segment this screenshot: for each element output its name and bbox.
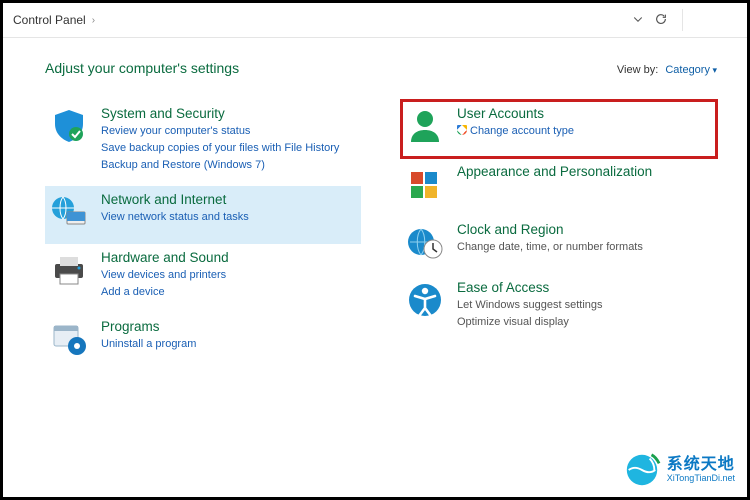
category-title[interactable]: User Accounts (457, 106, 713, 121)
category-system-security[interactable]: System and Security Review your computer… (45, 100, 361, 186)
chevron-down-icon[interactable] (632, 13, 644, 28)
watermark: 系统天地 XiTongTianDi.net (623, 451, 735, 489)
main-content: Adjust your computer's settings View by:… (3, 38, 747, 381)
sublink[interactable]: Add a device (101, 284, 357, 301)
sublink[interactable]: Uninstall a program (101, 336, 357, 353)
category-network-internet[interactable]: Network and Internet View network status… (45, 186, 361, 244)
category-title[interactable]: Programs (101, 319, 357, 334)
sublink[interactable]: View devices and printers (101, 267, 357, 284)
globe-logo-icon (623, 451, 661, 489)
category-clock-region[interactable]: Clock and Region Change date, time, or n… (401, 216, 717, 274)
clock-globe-icon (405, 222, 445, 262)
personalize-icon (405, 164, 445, 204)
sublink[interactable]: View network status and tasks (101, 209, 357, 226)
address-bar: Control Panel › (3, 3, 747, 38)
category-hardware-sound[interactable]: Hardware and Sound View devices and prin… (45, 244, 361, 313)
refresh-icon[interactable] (654, 12, 668, 29)
category-desc: Let Windows suggest settings (457, 297, 713, 314)
sublink[interactable]: Change account type (457, 123, 713, 140)
breadcrumb-root[interactable]: Control Panel (13, 13, 86, 27)
sublink[interactable]: Review your computer's status (101, 123, 357, 140)
watermark-cn: 系统天地 (667, 457, 735, 474)
category-title[interactable]: Network and Internet (101, 192, 357, 207)
ease-icon (405, 280, 445, 320)
category-title[interactable]: Ease of Access (457, 280, 713, 295)
chevron-right-icon: › (92, 15, 95, 26)
sublink[interactable]: Save backup copies of your files with Fi… (101, 140, 357, 157)
category-desc: Optimize visual display (457, 314, 713, 331)
category-desc: Change date, time, or number formats (457, 239, 713, 256)
right-column: User Accounts Change account type Appear… (401, 100, 717, 371)
shield-icon (49, 106, 89, 146)
category-ease-of-access[interactable]: Ease of Access Let Windows suggest setti… (401, 274, 717, 343)
category-title[interactable]: Hardware and Sound (101, 250, 357, 265)
breadcrumb[interactable]: Control Panel › (13, 13, 622, 27)
watermark-en: XiTongTianDi.net (667, 474, 735, 483)
view-by: View by: Category (617, 64, 717, 76)
user-icon (405, 106, 445, 146)
category-title[interactable]: System and Security (101, 106, 357, 121)
left-column: System and Security Review your computer… (45, 100, 361, 371)
category-programs[interactable]: Programs Uninstall a program (45, 313, 361, 371)
view-by-dropdown[interactable]: Category (665, 64, 717, 76)
category-user-accounts[interactable]: User Accounts Change account type (401, 100, 717, 158)
app-disc-icon (49, 319, 89, 359)
category-title[interactable]: Appearance and Personalization (457, 164, 713, 179)
category-title[interactable]: Clock and Region (457, 222, 713, 237)
globe-monitor-icon (49, 192, 89, 232)
search-input[interactable] (682, 9, 737, 31)
category-appearance[interactable]: Appearance and Personalization (401, 158, 717, 216)
sublink[interactable]: Backup and Restore (Windows 7) (101, 157, 357, 174)
view-by-label: View by: (617, 64, 658, 76)
page-title: Adjust your computer's settings (45, 60, 239, 76)
printer-icon (49, 250, 89, 290)
